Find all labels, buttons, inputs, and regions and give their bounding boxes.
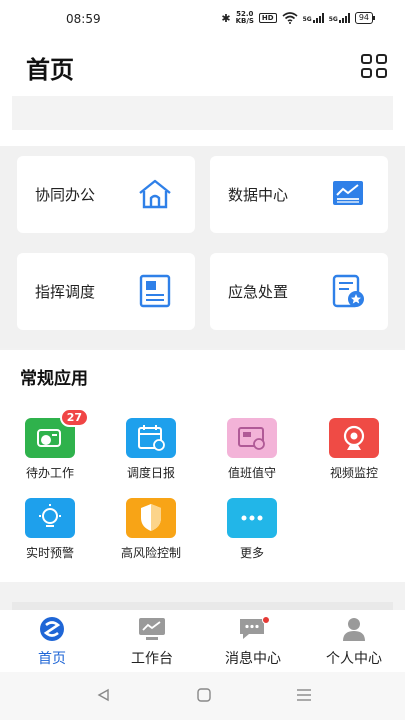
card-label: 应急处置 — [228, 283, 289, 301]
workbench-icon — [137, 616, 167, 642]
home-icon — [139, 179, 171, 209]
todo-icon: 27 — [25, 408, 89, 458]
signal-icon-1: 5G — [303, 13, 324, 23]
camera-icon — [329, 418, 379, 458]
app-video-monitor[interactable]: 视频监控 — [304, 418, 404, 481]
app-label: 待办工作 — [25, 466, 74, 480]
tab-label: 首页 — [38, 651, 66, 667]
person-icon — [339, 616, 369, 642]
wifi-icon — [282, 12, 298, 24]
status-time: 08:59 — [66, 12, 101, 26]
shield-icon — [126, 498, 176, 538]
signal-label-2: 5G — [328, 16, 338, 23]
recents-icon[interactable] — [296, 688, 312, 702]
section-title: 常规应用 — [20, 369, 88, 389]
card-collaborative-office[interactable]: 协同办公 — [17, 156, 195, 233]
app-realtime-alert[interactable]: 实时预警 — [0, 498, 100, 561]
chart-monitor-icon — [333, 181, 363, 205]
app-label: 实时预警 — [25, 546, 74, 560]
document-icon — [139, 274, 171, 308]
status-icons: ✱ 52.0 KB/S HD 5G 5G 94 — [221, 11, 376, 25]
regular-apps-section: 常规应用 27 待办工作 调度日报 值班值守 视频监控 实时预警 高风险控制 更… — [0, 350, 405, 582]
bottom-tab-bar: 首页 工作台 消息中心 个人中心 — [0, 610, 405, 672]
page-title: 首页 — [26, 56, 74, 84]
status-bar: 08:59 ✱ 52.0 KB/S HD 5G 5G 94 — [0, 0, 405, 38]
card-data-center[interactable]: 数据中心 — [210, 156, 388, 233]
app-label: 视频监控 — [329, 466, 378, 480]
section-gap — [0, 582, 405, 610]
signal-icon-2: 5G — [329, 13, 350, 23]
card-emergency-response[interactable]: 应急处置 — [210, 253, 388, 330]
hd-icon: HD — [258, 13, 277, 23]
tab-messages[interactable]: 消息中心 — [203, 616, 303, 668]
tab-label: 个人中心 — [326, 651, 382, 667]
card-label: 协同办公 — [35, 186, 96, 204]
battery-icon: 94 — [354, 12, 376, 24]
calendar-icon — [126, 418, 176, 458]
app-duty[interactable]: 值班值守 — [202, 418, 302, 481]
back-icon[interactable] — [96, 688, 110, 702]
app-label: 更多 — [239, 546, 264, 560]
tab-profile[interactable]: 个人中心 — [304, 616, 404, 668]
app-label: 高风险控制 — [120, 546, 181, 560]
app-dispatch-daily[interactable]: 调度日报 — [101, 418, 201, 481]
app-more[interactable]: 更多 — [202, 498, 302, 561]
card-label: 指挥调度 — [35, 283, 96, 301]
page-header: 首页 — [0, 38, 405, 96]
system-nav-bar — [0, 672, 405, 720]
app-high-risk-control[interactable]: 高风险控制 — [101, 498, 201, 561]
feature-cards: 协同办公 数据中心 指挥调度 应急处置 — [0, 146, 405, 348]
tab-workbench[interactable]: 工作台 — [102, 616, 202, 668]
app-label: 值班值守 — [227, 466, 276, 480]
duty-icon — [227, 418, 277, 458]
card-label: 数据中心 — [228, 186, 289, 204]
home-logo-icon — [37, 616, 67, 642]
network-speed: 52.0 KB/S — [236, 11, 254, 25]
secondary-banner — [12, 602, 393, 610]
app-label: 调度日报 — [126, 466, 175, 480]
network-speed-unit: KB/S — [235, 17, 254, 25]
message-dot — [262, 616, 270, 624]
tab-label: 消息中心 — [225, 651, 281, 667]
card-command-dispatch[interactable]: 指挥调度 — [17, 253, 195, 330]
message-icon — [238, 616, 270, 642]
certificate-icon — [332, 274, 364, 308]
bluetooth-icon: ✱ — [221, 11, 231, 25]
todo-badge: 27 — [59, 408, 89, 427]
tab-label: 工作台 — [131, 651, 173, 667]
tab-home[interactable]: 首页 — [2, 616, 102, 668]
banner[interactable] — [12, 96, 393, 130]
signal-label-1: 5G — [302, 16, 312, 23]
grid-icon[interactable] — [361, 54, 387, 78]
more-icon — [227, 498, 277, 538]
app-todo-work[interactable]: 27 待办工作 — [0, 408, 100, 481]
bulb-icon — [25, 498, 75, 538]
home-nav-icon[interactable] — [196, 688, 212, 702]
